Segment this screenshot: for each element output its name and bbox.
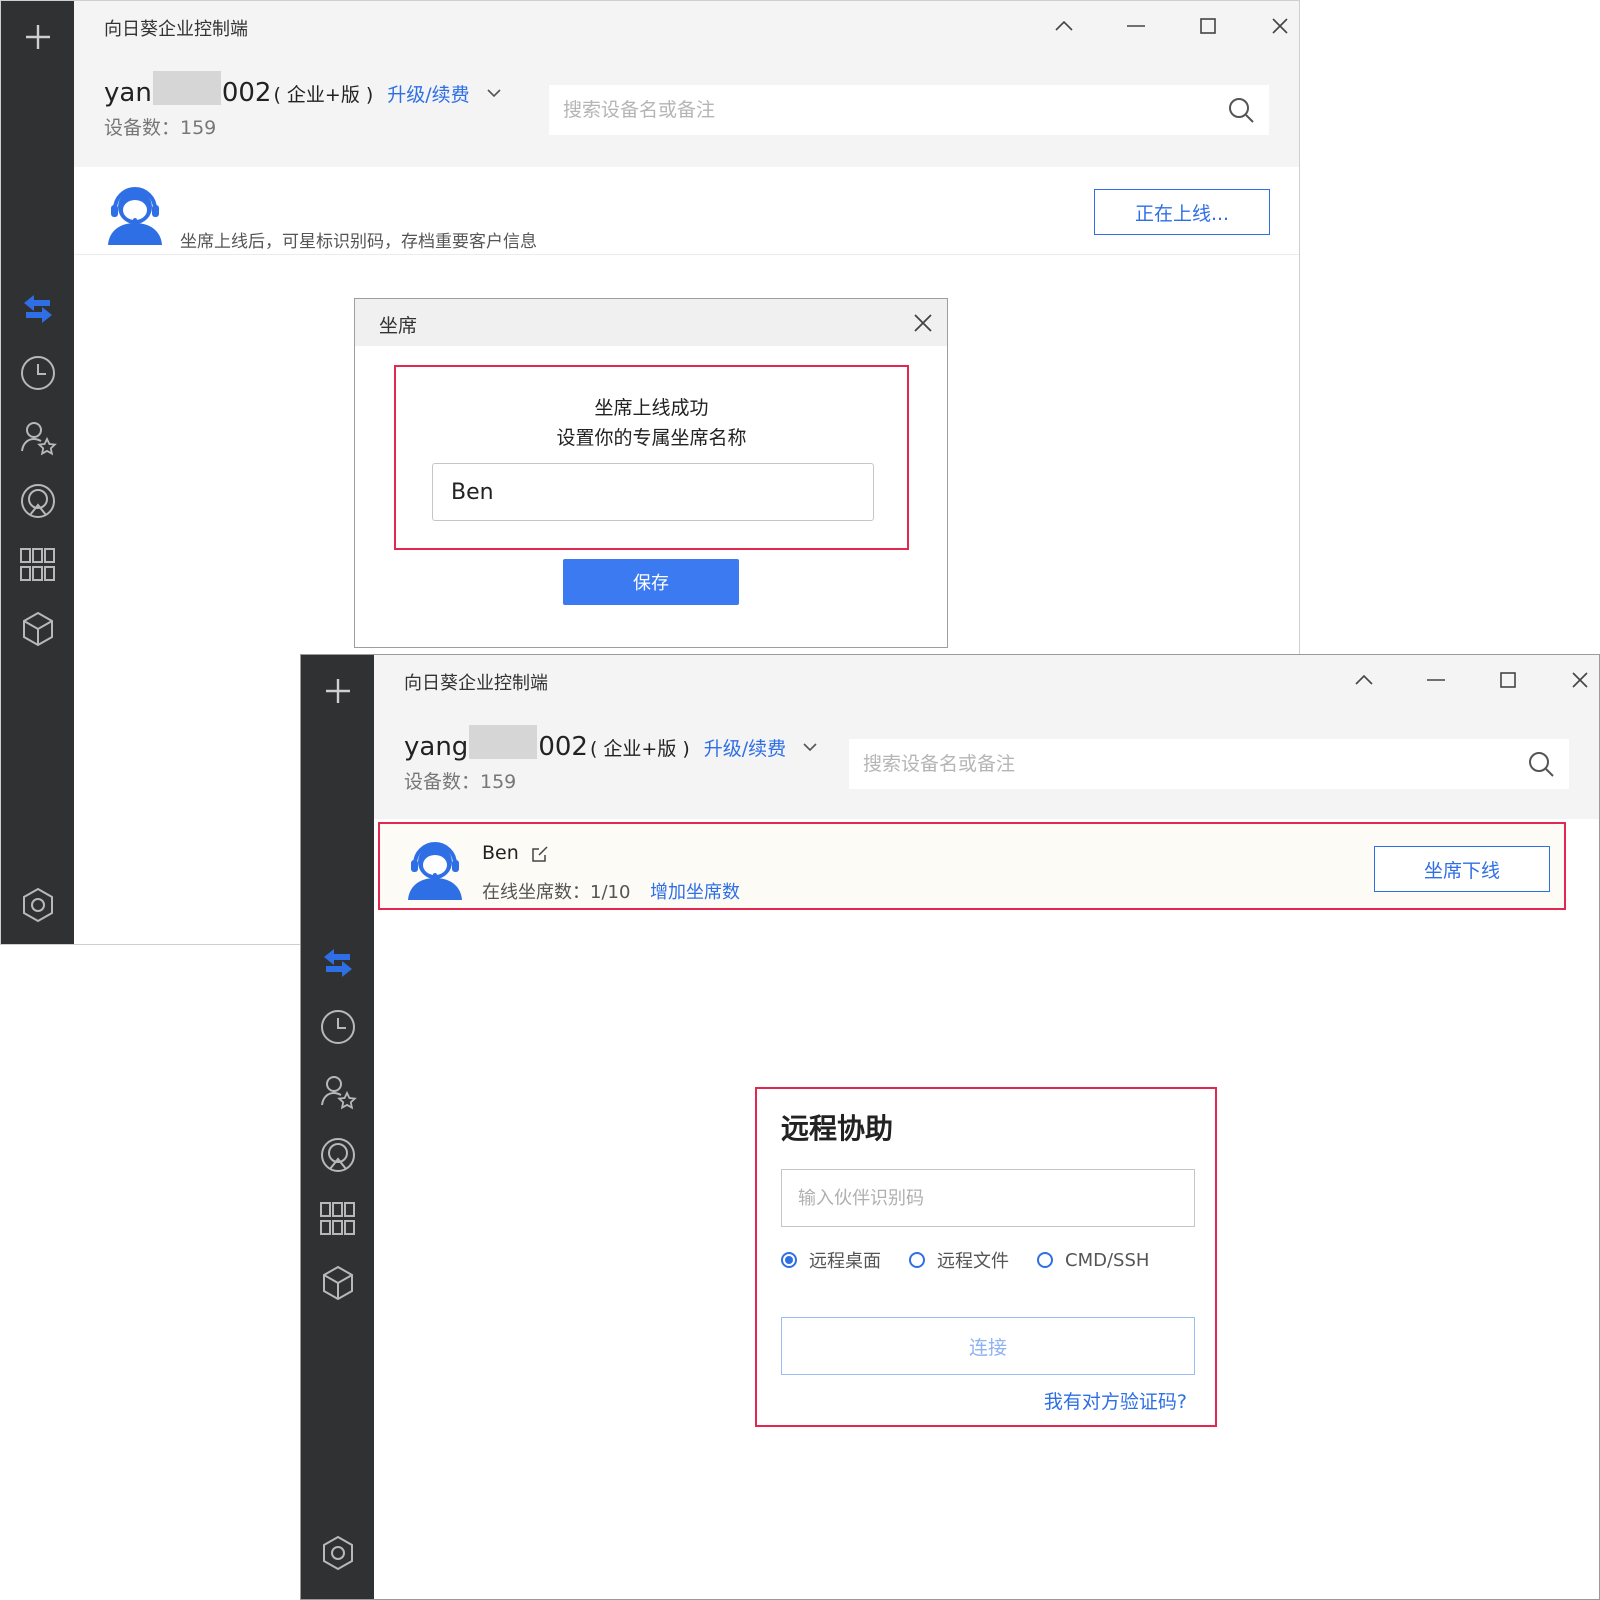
- radio-label: 远程桌面: [809, 1251, 881, 1272]
- remote-camera-icon[interactable]: [14, 477, 62, 525]
- search-input[interactable]: [849, 739, 1517, 789]
- account-line: yang 002 ( 企业+版 ) 升级/续费: [404, 721, 818, 762]
- headset-avatar-icon: [404, 838, 466, 900]
- device-count: 设备数：159: [404, 771, 517, 793]
- agent-name: Ben: [482, 842, 519, 864]
- dialog-success-text: 坐席上线成功: [594, 397, 709, 419]
- dialog-header: 坐席: [355, 299, 947, 346]
- dialog-close-icon[interactable]: [909, 309, 937, 337]
- settings-hexagon-icon[interactable]: [14, 881, 62, 929]
- plus-icon[interactable]: [14, 13, 62, 61]
- upgrade-link[interactable]: 升级/续费: [704, 734, 786, 761]
- user-star-icon[interactable]: [14, 413, 62, 461]
- apps-grid-icon[interactable]: [314, 1195, 362, 1243]
- go-offline-button[interactable]: 坐席下线: [1374, 846, 1550, 892]
- going-online-button[interactable]: 正在上线...: [1094, 189, 1270, 235]
- search-box[interactable]: [549, 85, 1269, 135]
- search-icon[interactable]: [1527, 750, 1555, 778]
- account-name-redaction: [152, 71, 221, 105]
- clock-icon[interactable]: [314, 1003, 362, 1051]
- agent-name-field[interactable]: [432, 463, 874, 521]
- radio-unchecked-icon[interactable]: [1037, 1252, 1053, 1268]
- chevron-down-icon[interactable]: [486, 85, 502, 101]
- maximize-icon[interactable]: [1483, 663, 1533, 697]
- add-seats-link[interactable]: 增加坐席数: [650, 878, 740, 904]
- search-icon[interactable]: [1227, 96, 1255, 124]
- clock-icon[interactable]: [14, 349, 62, 397]
- user-star-icon[interactable]: [314, 1067, 362, 1115]
- account-name-prefix: yang: [404, 732, 469, 762]
- divider: [74, 254, 1299, 255]
- agent-name-input[interactable]: [433, 464, 873, 520]
- partner-id-input[interactable]: [782, 1170, 1194, 1226]
- close-icon[interactable]: [1255, 9, 1299, 43]
- account-name-suffix: 002: [538, 732, 588, 762]
- search-box[interactable]: [849, 739, 1569, 789]
- app-title: 向日葵企业控制端: [104, 19, 248, 40]
- account-line: yan 002 ( 企业+版 ) 升级/续费: [104, 67, 502, 108]
- device-count: 设备数：159: [104, 117, 217, 139]
- main-panel: 向日葵企业控制端 yang 002 ( 企业+版 ) 升级/续费 设备数：159…: [374, 655, 1599, 1599]
- cube-icon[interactable]: [14, 605, 62, 653]
- chevron-down-icon[interactable]: [802, 739, 818, 755]
- remote-assist-title: 远程协助: [781, 1112, 894, 1145]
- remote-camera-icon[interactable]: [314, 1131, 362, 1179]
- verification-code-link[interactable]: 我有对方验证码?: [1044, 1387, 1187, 1414]
- apps-grid-icon[interactable]: [14, 541, 62, 589]
- save-button[interactable]: 保存: [563, 559, 739, 605]
- collapse-icon[interactable]: [1039, 9, 1089, 43]
- dialog-instruction-text: 设置你的专属坐席名称: [556, 427, 747, 449]
- dialog-title: 坐席: [379, 315, 418, 337]
- account-name-suffix: 002: [221, 78, 272, 108]
- partner-id-field[interactable]: [781, 1169, 1195, 1227]
- radio-checked-icon[interactable]: [781, 1252, 797, 1268]
- agent-hint: 坐席上线后，可星标识别码，存档重要客户信息: [180, 232, 537, 252]
- window-secondary: 向日葵企业控制端 yang 002 ( 企业+版 ) 升级/续费 设备数：159…: [300, 654, 1600, 1600]
- edition-label: ( 企业+版 ): [273, 84, 374, 106]
- sidebar: [301, 655, 374, 1599]
- radio-remote-desktop[interactable]: 远程桌面: [781, 1247, 881, 1273]
- minimize-icon[interactable]: [1411, 663, 1461, 697]
- app-title: 向日葵企业控制端: [404, 673, 548, 694]
- radio-label: 远程文件: [937, 1251, 1009, 1272]
- account-name-prefix: yan: [104, 78, 152, 108]
- swap-arrows-icon[interactable]: [314, 939, 362, 987]
- headset-avatar-icon: [104, 183, 166, 245]
- upgrade-link[interactable]: 升级/续费: [387, 80, 469, 107]
- close-icon[interactable]: [1555, 663, 1599, 697]
- radio-unchecked-icon[interactable]: [909, 1252, 925, 1268]
- online-seats-count: 在线坐席数：1/10: [482, 882, 631, 903]
- agent-name-dialog: 坐席 坐席上线成功 设置你的专属坐席名称 保存: [354, 298, 948, 648]
- remote-assist-panel: 远程协助 远程桌面 远程文件 CMD/SSH 连接 我有对方验证码?: [755, 1087, 1217, 1427]
- radio-remote-file[interactable]: 远程文件: [909, 1247, 1009, 1273]
- search-input[interactable]: [549, 85, 1217, 135]
- minimize-icon[interactable]: [1111, 9, 1161, 43]
- sidebar: [1, 1, 74, 944]
- settings-hexagon-icon[interactable]: [314, 1529, 362, 1577]
- edition-label: ( 企业+版 ): [589, 738, 690, 760]
- header: 向日葵企业控制端 yan 002 ( 企业+版 ) 升级/续费 设备数：159 …: [74, 1, 1299, 167]
- radio-cmd-ssh[interactable]: CMD/SSH: [1037, 1250, 1149, 1271]
- cube-icon[interactable]: [314, 1259, 362, 1307]
- account-name-redaction: [469, 725, 538, 759]
- edit-icon[interactable]: [530, 844, 550, 864]
- swap-arrows-icon[interactable]: [14, 285, 62, 333]
- connection-type-options: 远程桌面 远程文件 CMD/SSH: [781, 1247, 1177, 1273]
- radio-label: CMD/SSH: [1065, 1249, 1150, 1271]
- header: 向日葵企业控制端 yang 002 ( 企业+版 ) 升级/续费 设备数：159…: [374, 655, 1599, 819]
- plus-icon[interactable]: [314, 667, 362, 715]
- maximize-icon[interactable]: [1183, 9, 1233, 43]
- collapse-icon[interactable]: [1339, 663, 1389, 697]
- agent-status-row: Ben 在线坐席数：1/10 增加坐席数 坐席下线: [378, 822, 1566, 910]
- highlight-box: 坐席上线成功 设置你的专属坐席名称: [394, 365, 909, 550]
- connect-button[interactable]: 连接: [781, 1317, 1195, 1375]
